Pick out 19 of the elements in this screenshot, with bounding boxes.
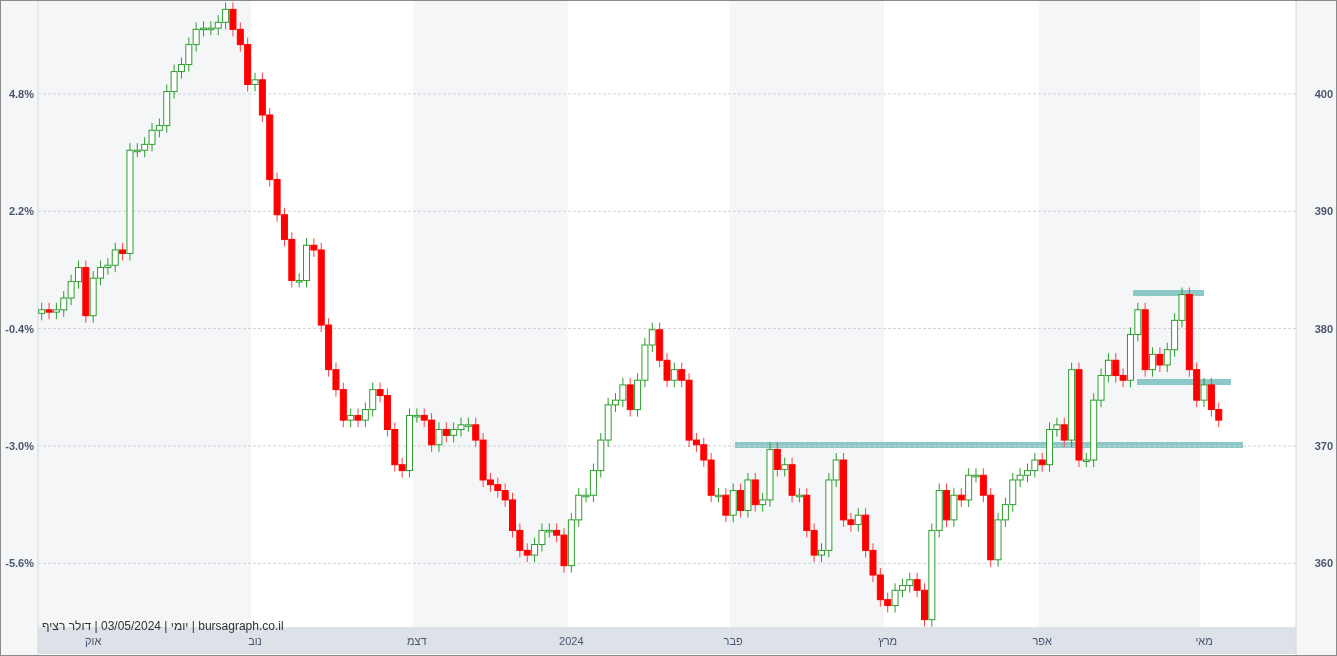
- chart-caption: יומי | 03/05/2024 | דולר רציף | bursagraph.co.il: [42, 619, 284, 633]
- percent-tick: 4.8%: [8, 87, 34, 100]
- month-label: אוק: [85, 635, 102, 647]
- month-label: נוב: [248, 635, 262, 647]
- month-label: אפר: [1032, 635, 1052, 647]
- percent-tick: -3.0%: [5, 439, 34, 452]
- price-tick: 400: [1314, 87, 1333, 100]
- price-tick: 370: [1314, 439, 1333, 452]
- month-label: מרץ: [878, 635, 898, 647]
- month-label: מאי: [1195, 635, 1213, 647]
- month-label: פבר: [723, 635, 743, 647]
- price-tick: 390: [1314, 205, 1333, 218]
- price-tick: 360: [1314, 557, 1333, 570]
- percent-tick: -0.4%: [5, 322, 34, 335]
- price-tick: 380: [1314, 322, 1333, 335]
- percent-tick: 2.2%: [8, 205, 34, 218]
- month-label: דצמ: [407, 635, 427, 647]
- percent-tick: -5.6%: [5, 557, 34, 570]
- month-label: 2024: [559, 635, 584, 647]
